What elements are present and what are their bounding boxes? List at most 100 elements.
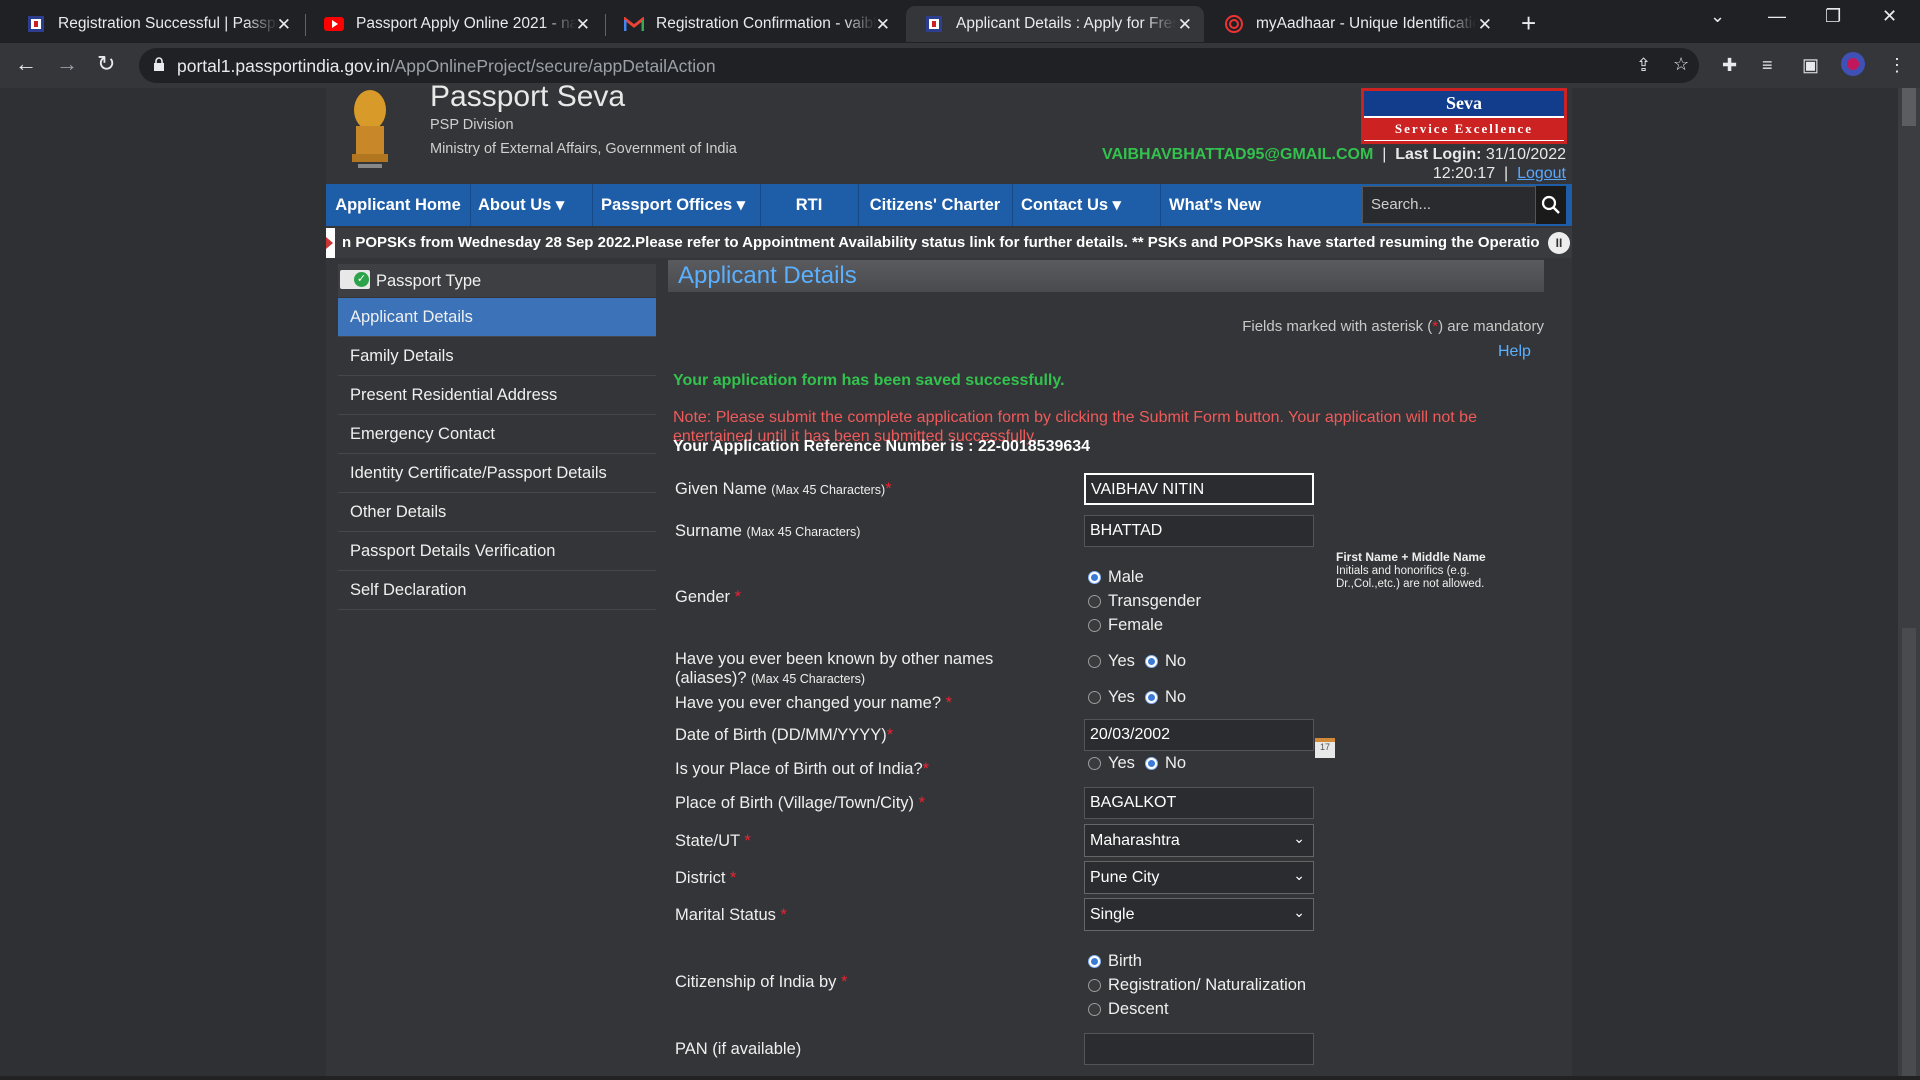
last-login-date: 31/10/2022 (1485, 146, 1566, 163)
aadhaar-favicon (1224, 14, 1244, 34)
share-icon[interactable]: ⇪ (1636, 55, 1651, 76)
ticker-arrow-icon (326, 228, 335, 258)
side-panel-icon[interactable]: ▣ (1802, 55, 1819, 76)
chevron-down-icon: ⌄ (1293, 867, 1305, 883)
pob-outside-yes-radio[interactable]: Yes (1088, 754, 1135, 773)
sidebar-item-family-details[interactable]: Family Details (338, 337, 656, 376)
chevron-down-icon: ⌄ (1293, 830, 1305, 846)
media-icon[interactable]: ≡ (1762, 55, 1773, 76)
bookmark-star-icon[interactable]: ☆ (1673, 54, 1689, 75)
sidebar-item-identity-certificate[interactable]: Identity Certificate/Passport Details (338, 454, 656, 493)
sidebar-item-present-address[interactable]: Present Residential Address (338, 376, 656, 415)
forward-icon[interactable]: → (56, 51, 78, 77)
address-bar[interactable]: portal1.passportindia.gov.in/AppOnlinePr… (139, 48, 1699, 83)
state-select[interactable]: Maharashtra ⌄ (1084, 824, 1314, 857)
dob-label: Date of Birth (DD/MM/YYYY)* (675, 726, 894, 744)
aliases-yes-radio[interactable]: Yes (1088, 652, 1135, 671)
sidebar-item-passport-verification[interactable]: Passport Details Verification (338, 532, 656, 571)
restore-icon[interactable]: ❐ (1825, 6, 1841, 27)
pob-input[interactable]: BAGALKOT (1084, 787, 1314, 819)
browser-tab-active[interactable]: Applicant Details : Apply for Fresh ✕ (906, 6, 1204, 42)
district-select[interactable]: Pune City ⌄ (1084, 861, 1314, 894)
pan-input[interactable] (1084, 1033, 1314, 1065)
calendar-icon[interactable]: 17 (1315, 738, 1335, 758)
sidebar-item-other-details[interactable]: Other Details (338, 493, 656, 532)
citizenship-registration-radio[interactable]: Registration/ Naturalization (1088, 976, 1306, 995)
aliases-no-radio[interactable]: No (1145, 652, 1186, 671)
search-button[interactable] (1536, 186, 1566, 224)
surname-input[interactable]: BHATTAD (1084, 515, 1314, 547)
nav-contact-us[interactable]: Contact Us ▾ (1012, 184, 1160, 226)
nav-rti[interactable]: RTI (760, 184, 858, 226)
close-tab-icon[interactable]: ✕ (876, 15, 890, 35)
back-icon[interactable]: ← (15, 51, 37, 77)
given-name-input[interactable]: VAIBHAV NITIN (1084, 473, 1314, 505)
nav-applicant-home[interactable]: Applicant Home (326, 184, 470, 226)
sidebar-item-self-declaration[interactable]: Self Declaration (338, 571, 656, 610)
citizenship-descent-radio[interactable]: Descent (1088, 1000, 1169, 1019)
pob-label: Place of Birth (Village/Town/City) * (675, 794, 926, 812)
pan-label: PAN (if available) (675, 1040, 802, 1058)
gmail-favicon (624, 14, 644, 34)
dob-input[interactable]: 20/03/2002 (1084, 719, 1314, 751)
passport-seva-favicon (26, 14, 46, 34)
nav-passport-offices[interactable]: Passport Offices ▾ (592, 184, 760, 226)
pause-icon[interactable]: II (1548, 232, 1570, 254)
reference-number: Your Application Reference Number is : 2… (673, 438, 1091, 455)
extensions-icon[interactable]: ✚ (1722, 55, 1737, 76)
changed-name-yes-radio[interactable]: Yes (1088, 688, 1135, 707)
browser-toolbar: ← → ↻ portal1.passportindia.gov.in/AppOn… (0, 43, 1920, 88)
nav-about-us[interactable]: About Us ▾ (470, 184, 592, 226)
main-nav: Applicant Home About Us ▾ Passport Offic… (326, 184, 1572, 226)
close-tab-icon[interactable]: ✕ (576, 15, 590, 35)
sidebar: Applicant Details Family Details Present… (338, 298, 656, 610)
close-tab-icon[interactable]: ✕ (1178, 15, 1192, 35)
browser-tab[interactable]: Registration Successful | Passport Seva … (8, 6, 303, 42)
citizenship-birth-radio[interactable]: Birth (1088, 952, 1142, 971)
pob-outside-label: Is your Place of Birth out of India?* (675, 760, 930, 778)
news-ticker: n POPSKs from Wednesday 28 Sep 2022.Plea… (326, 228, 1572, 258)
new-tab-icon[interactable]: + (1521, 8, 1536, 39)
tab-search-icon[interactable]: ⌄ (1710, 6, 1725, 27)
user-info: VAIBHAVBHATTAD95@GMAIL.COM | Last Login:… (1102, 146, 1566, 182)
last-login-label: Last Login: (1395, 146, 1482, 163)
gender-transgender-radio[interactable]: Transgender (1088, 592, 1201, 611)
search-input[interactable]: Search... (1362, 186, 1536, 224)
close-window-icon[interactable]: ✕ (1882, 6, 1897, 27)
close-tab-icon[interactable]: ✕ (1478, 15, 1492, 35)
sidebar-passport-type[interactable]: ✓ Passport Type (338, 264, 656, 297)
minimize-icon[interactable]: — (1768, 6, 1786, 27)
help-link[interactable]: Help (1498, 343, 1531, 361)
changed-name-no-radio[interactable]: No (1145, 688, 1186, 707)
close-tab-icon[interactable]: ✕ (277, 15, 291, 35)
browser-tab-bar: Registration Successful | Passport Seva … (0, 0, 1920, 43)
page-scrollbar[interactable] (1898, 88, 1920, 1080)
gender-male-radio[interactable]: Male (1088, 568, 1144, 587)
browser-tab[interactable]: Passport Apply Online 2021 - naya ✕ (306, 6, 602, 42)
marital-status-label: Marital Status * (675, 906, 787, 924)
nav-citizens-charter[interactable]: Citizens' Charter (858, 184, 1012, 226)
browser-tab[interactable]: myAadhaar - Unique Identification ✕ (1206, 6, 1504, 42)
pob-outside-no-radio[interactable]: No (1145, 754, 1186, 773)
district-label: District * (675, 869, 737, 887)
profile-avatar[interactable] (1840, 51, 1866, 82)
browser-tab[interactable]: Registration Confirmation - vaibhav ✕ (606, 6, 902, 42)
state-label: State/UT * (675, 832, 751, 850)
search-icon (1541, 195, 1560, 214)
marital-status-select[interactable]: Single ⌄ (1084, 898, 1314, 931)
nav-whats-new[interactable]: What's New (1160, 184, 1280, 226)
sidebar-item-emergency-contact[interactable]: Emergency Contact (338, 415, 656, 454)
citizenship-label: Citizenship of India by * (675, 973, 848, 991)
youtube-favicon (324, 14, 344, 34)
last-login-time: 12:20:17 (1432, 165, 1496, 182)
menu-icon[interactable]: ⋮ (1888, 55, 1906, 76)
reload-icon[interactable]: ↻ (97, 51, 115, 77)
mandatory-note: Fields marked with asterisk (*) are mand… (1242, 318, 1544, 335)
sidebar-item-applicant-details[interactable]: Applicant Details (338, 298, 656, 337)
given-name-label: Given Name (Max 45 Characters)* (675, 480, 892, 498)
url-text: portal1.passportindia.gov.in/AppOnlinePr… (177, 56, 716, 76)
logout-link[interactable]: Logout (1517, 165, 1566, 182)
surname-label: Surname (Max 45 Characters) (675, 522, 861, 540)
scrollbar-thumb[interactable] (1902, 628, 1916, 1080)
gender-female-radio[interactable]: Female (1088, 616, 1163, 635)
